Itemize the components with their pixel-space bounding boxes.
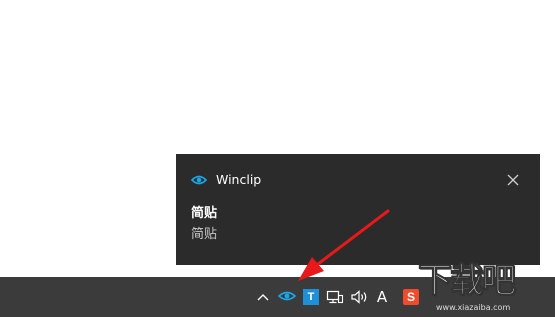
eye-icon <box>190 172 208 188</box>
chevron-up-icon[interactable] <box>254 287 272 307</box>
toast-body: 简贴 <box>191 227 218 242</box>
toast-title: 简贴 <box>191 206 218 221</box>
close-icon[interactable] <box>506 172 520 186</box>
eye-icon <box>277 288 297 307</box>
network-icon[interactable] <box>325 287 345 307</box>
toast-notification[interactable]: Winclip 简贴 简贴 <box>176 154 540 265</box>
sogou-ime-icon[interactable]: S <box>402 287 420 307</box>
taskbar: T A S <box>0 277 555 317</box>
ime-indicator[interactable]: A <box>374 287 390 307</box>
t-app-tray-icon[interactable]: T <box>302 287 320 307</box>
winclip-tray-icon[interactable] <box>277 287 297 307</box>
t-app-label: T <box>303 289 319 305</box>
volume-icon[interactable] <box>349 287 371 307</box>
toast-app-name: Winclip <box>216 172 262 187</box>
sogou-label: S <box>403 289 419 305</box>
toast-header: Winclip <box>190 172 262 188</box>
